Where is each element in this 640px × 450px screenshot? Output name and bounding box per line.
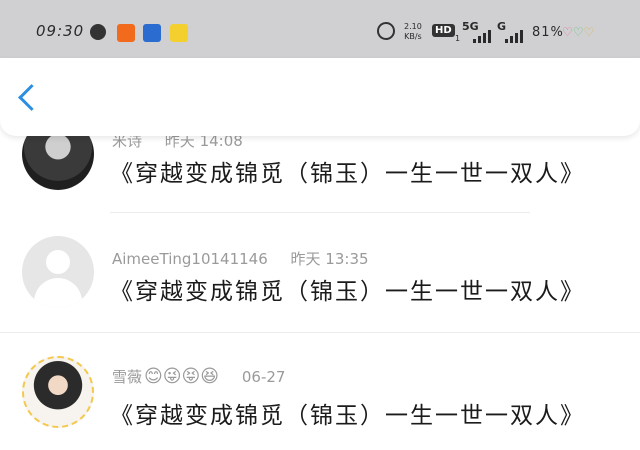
comment-emojis: 😊😜😝😆 [144,366,220,387]
comment-meta: 雪薇 😊😜😝😆 06-27 [112,366,285,387]
comment-text: 《穿越变成锦觅（锦玉）一生一世一双人》 [110,279,585,305]
comment-text: 《穿越变成锦觅（锦玉）一生一世一双人》 [110,403,585,429]
divider [110,212,530,213]
comment-username[interactable]: AimeeTing10141146 [112,250,268,268]
comment-username[interactable]: 雪薇 [112,368,142,386]
comment-text: 《穿越变成锦觅（锦玉）一生一世一双人》 [110,161,585,187]
avatar[interactable] [22,236,94,308]
avatar[interactable] [22,356,94,428]
divider [0,332,640,333]
comment-meta: AimeeTing10141146 昨天 13:35 [112,248,369,269]
comment-time: 06-27 [241,368,286,386]
top-nav-bar [0,58,640,136]
comment-time: 昨天 13:35 [290,250,369,268]
chevron-left-icon[interactable] [18,84,45,111]
